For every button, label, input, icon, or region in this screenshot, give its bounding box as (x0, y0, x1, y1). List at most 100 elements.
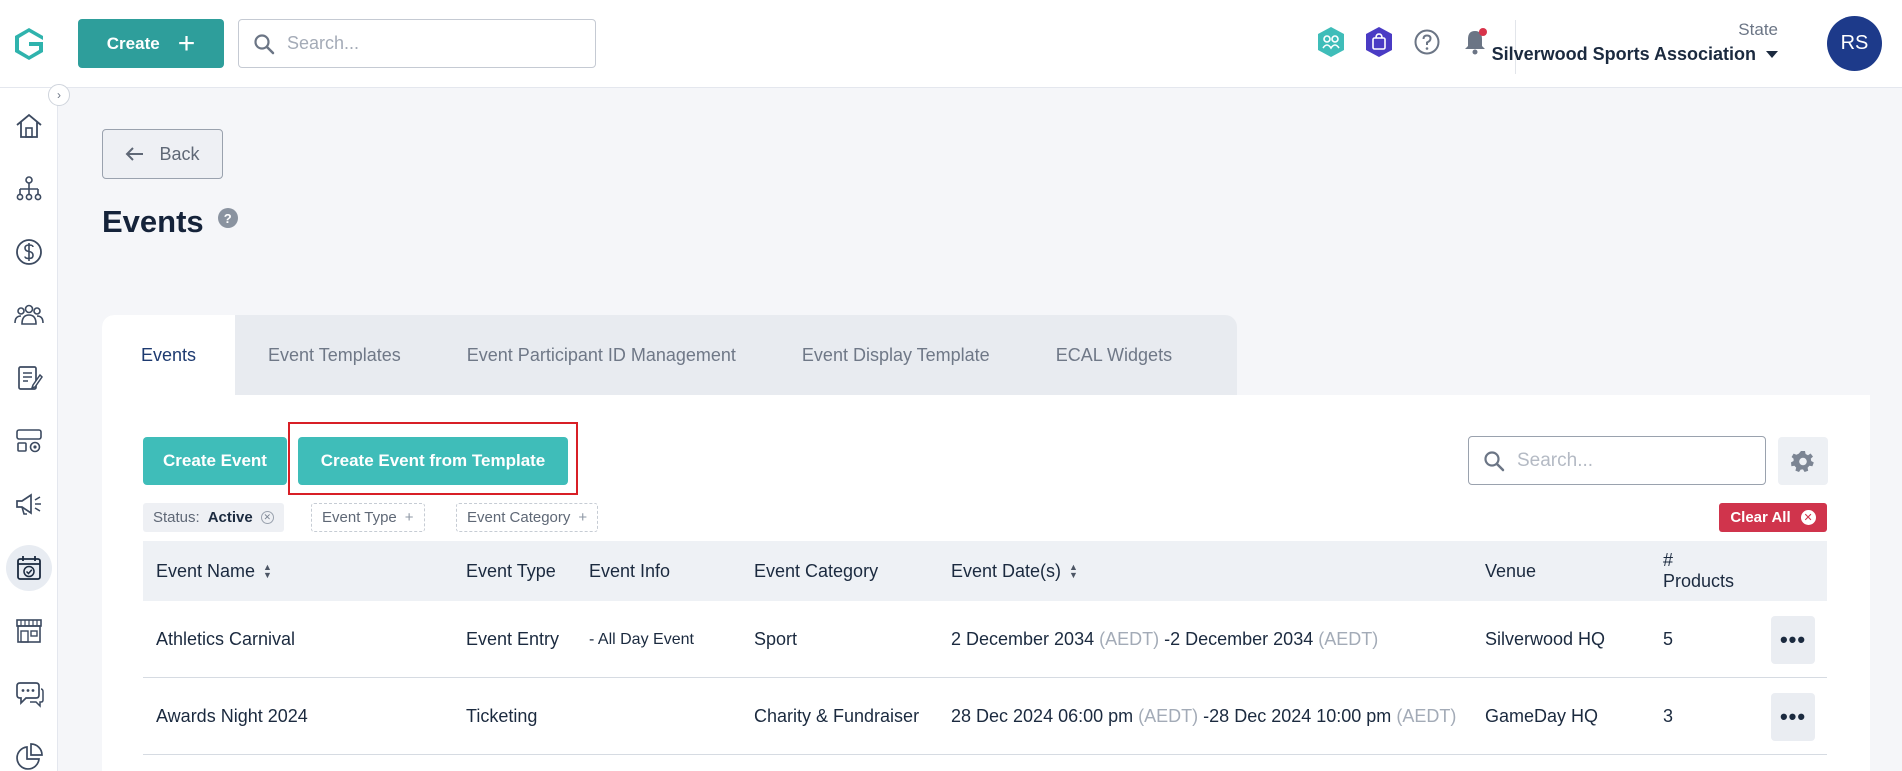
org-tree-icon (16, 176, 42, 201)
event-type-filter-label: Event Type (322, 509, 397, 526)
table-row[interactable]: Awards Night 2024 Ticketing Charity & Fu… (143, 678, 1827, 755)
status-filter-chip[interactable]: Status: Active ✕ (143, 503, 284, 532)
sidebar-item-messages[interactable] (6, 671, 52, 717)
column-header-venue: Venue (1485, 560, 1537, 581)
home-icon (16, 113, 42, 138)
plus-icon: + (404, 509, 414, 526)
column-header-event-category: Event Category (754, 560, 879, 581)
create-button[interactable]: Create + (78, 19, 224, 68)
org-level-label: State (1738, 20, 1778, 39)
notification-dot (1479, 28, 1487, 36)
dollar-icon (16, 239, 42, 265)
clear-all-button[interactable]: Clear All ✕ (1719, 503, 1827, 532)
shop-icon (16, 619, 42, 643)
user-avatar[interactable]: RS (1827, 16, 1882, 71)
table-header: Event Name ▲ ▼ Event Type Event Info Even… (143, 541, 1827, 601)
logo-icon (15, 27, 43, 60)
sidebar-item-widgets[interactable] (6, 418, 52, 464)
table-row[interactable]: Athletics Carnival Event Entry - All Day… (143, 601, 1827, 678)
sidebar-item-finance[interactable] (6, 229, 52, 275)
event-dates: 2 December 2034 (AEDT) - 2 December 2034… (951, 629, 1379, 649)
chevron-down-icon (1766, 51, 1778, 58)
arrow-left-icon (126, 147, 144, 161)
event-category: Charity & Fundraiser (754, 706, 920, 726)
event-info: - All Day Event (589, 630, 694, 648)
chat-icon (16, 682, 44, 708)
sidebar-item-home[interactable] (6, 103, 52, 149)
forms-icon (18, 366, 43, 390)
close-icon[interactable]: ✕ (260, 511, 274, 524)
page-title: Events (102, 204, 204, 239)
sidebar-item-structure[interactable] (6, 166, 52, 212)
back-button[interactable]: Back (102, 129, 223, 179)
event-category: Sport (754, 629, 798, 649)
sort-icon: ▲ ▼ (263, 562, 272, 580)
event-name[interactable]: Awards Night 2024 (156, 678, 308, 755)
passport-icon[interactable] (1316, 26, 1346, 58)
search-icon (254, 33, 275, 54)
widgets-icon (16, 429, 42, 453)
pie-chart-icon (16, 743, 43, 770)
more-actions-button[interactable]: ••• (1771, 693, 1815, 741)
close-circle-icon: ✕ (1800, 510, 1816, 525)
help-icon[interactable] (1412, 26, 1442, 58)
global-search-input[interactable] (287, 33, 567, 54)
events-search-input[interactable] (1517, 449, 1747, 472)
tab-event-display-template[interactable]: Event Display Template (769, 315, 1023, 395)
event-products-count: 3 (1663, 706, 1674, 726)
event-venue: Silverwood HQ (1485, 629, 1606, 649)
event-category-filter-label: Event Category (467, 509, 571, 526)
tab-bar: Events Event Templates Event Participant… (102, 315, 1237, 395)
sidebar-item-forms[interactable] (6, 355, 52, 401)
event-type-filter-chip[interactable]: Event Type + (311, 503, 425, 532)
global-search[interactable] (238, 19, 596, 68)
gear-icon (1791, 451, 1814, 472)
event-category-filter-chip[interactable]: Event Category + (456, 503, 599, 532)
more-horizontal-icon: ••• (1779, 627, 1807, 652)
calendar-check-icon (17, 556, 41, 580)
org-switcher[interactable]: State Silverwood Sports Association (1492, 20, 1778, 65)
create-event-from-template-button[interactable]: Create Event from Template (298, 437, 568, 485)
back-label: Back (159, 143, 200, 164)
more-actions-button[interactable]: ••• (1771, 616, 1815, 664)
events-search[interactable] (1468, 436, 1766, 485)
status-filter-value: Active (207, 509, 253, 526)
tab-ecal-widgets[interactable]: ECAL Widgets (1023, 315, 1205, 395)
event-dates: 28 Dec 2024 06:00 pm (AEDT) - 28 Dec 202… (951, 706, 1457, 726)
column-header-products: # Products (1663, 550, 1735, 591)
sidebar-item-events[interactable] (6, 545, 52, 591)
tab-events[interactable]: Events (102, 315, 236, 395)
event-name[interactable]: Athletics Carnival (156, 601, 295, 678)
column-header-event-type: Event Type (466, 560, 556, 581)
clear-all-label: Clear All (1730, 509, 1791, 526)
sidebar-item-shop[interactable] (6, 608, 52, 654)
app-logo[interactable] (0, 0, 58, 88)
sidebar-expand-icon[interactable]: › (48, 84, 70, 106)
column-header-event-info: Event Info (589, 560, 671, 581)
create-label: Create (106, 33, 160, 53)
event-type: Event Entry (466, 629, 560, 649)
event-type: Ticketing (466, 706, 538, 726)
sidebar-item-members[interactable] (6, 292, 52, 338)
notification-bell-icon[interactable] (1460, 26, 1490, 58)
event-venue: GameDay HQ (1485, 706, 1599, 726)
status-filter-label: Status: (153, 509, 200, 526)
search-icon (1484, 450, 1505, 471)
plus-icon: + (578, 509, 588, 526)
tab-participant-id-management[interactable]: Event Participant ID Management (434, 315, 769, 395)
shop-bag-icon[interactable] (1364, 26, 1394, 58)
event-products-count: 5 (1663, 629, 1674, 649)
tab-event-templates[interactable]: Event Templates (235, 315, 434, 395)
org-name: Silverwood Sports Association (1491, 44, 1756, 64)
plus-icon: + (177, 26, 196, 60)
sidebar-item-marketing[interactable] (6, 481, 52, 527)
help-icon[interactable]: ? (217, 208, 238, 228)
megaphone-icon (16, 493, 41, 515)
create-event-button[interactable]: Create Event (143, 437, 287, 485)
column-header-event-dates[interactable]: Event Date(s) ▲ ▼ (951, 541, 1078, 601)
members-icon (14, 304, 44, 325)
table-settings-button[interactable] (1778, 437, 1828, 485)
column-header-event-name[interactable]: Event Name ▲ ▼ (156, 541, 272, 601)
more-horizontal-icon: ••• (1779, 704, 1807, 729)
sort-icon: ▲ ▼ (1069, 562, 1078, 580)
